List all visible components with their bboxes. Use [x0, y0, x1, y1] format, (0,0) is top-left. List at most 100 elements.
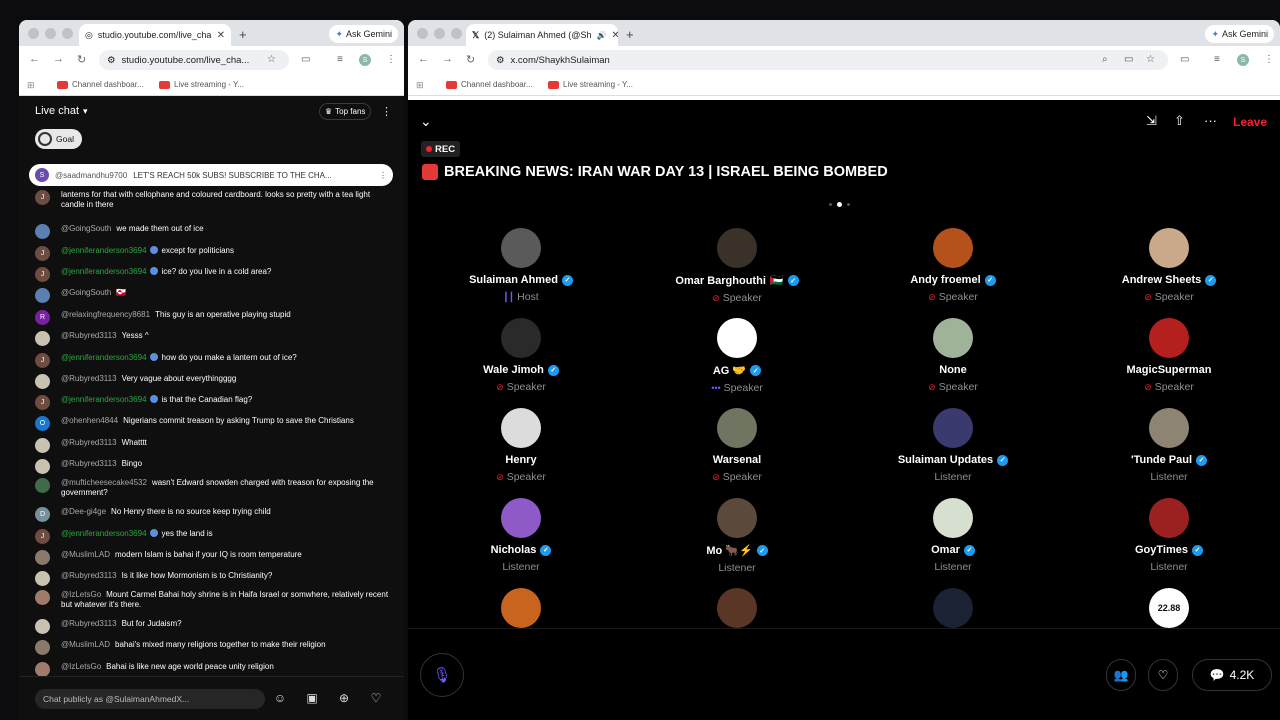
menu-icon[interactable]: ⋮ — [1264, 54, 1274, 65]
menu-icon[interactable]: ⋮ — [386, 54, 396, 65]
message-author[interactable]: @jenniferanderson3694 — [61, 353, 147, 362]
window-controls[interactable] — [28, 28, 73, 39]
avatar[interactable] — [501, 408, 541, 448]
participant[interactable]: AG 🤝 ✓ ••• Speaker — [637, 318, 837, 394]
avatar[interactable] — [933, 588, 973, 628]
share-icon[interactable]: ⇧ — [1174, 113, 1185, 129]
chat-message[interactable]: @Rubyred3113 Whatttt — [35, 438, 395, 453]
add-icon[interactable]: ⊕ — [335, 689, 353, 707]
profile-avatar[interactable]: S — [1237, 54, 1249, 66]
back-icon[interactable]: ← — [418, 53, 429, 65]
extensions-icon[interactable]: ▭ — [1180, 54, 1189, 65]
message-author[interactable]: @ohenhen4844 — [61, 416, 118, 425]
message-author[interactable]: @Rubyred3113 — [61, 374, 117, 383]
top-fans-button[interactable]: ♛ Top fans — [319, 103, 372, 120]
avatar[interactable] — [35, 590, 50, 605]
window-controls[interactable] — [417, 28, 462, 39]
tab-x-profile[interactable]: 𝕏 (2) Sulaiman Ahmed (@Sh 🔊 ✕ — [466, 24, 618, 46]
avatar[interactable]: J — [35, 353, 50, 368]
avatar[interactable]: D — [35, 507, 50, 522]
avatar[interactable]: J — [35, 395, 50, 410]
chat-message[interactable]: @GoingSouth 🇬🇱 — [35, 288, 395, 303]
avatar[interactable]: J — [35, 190, 50, 205]
message-author[interactable]: @jenniferanderson3694 — [61, 529, 147, 538]
message-author[interactable]: @jenniferanderson3694 — [61, 267, 147, 276]
avatar[interactable]: 22.88 — [1149, 588, 1189, 628]
forward-icon[interactable]: → — [442, 53, 453, 65]
chat-message[interactable]: @mufticheesecake4532 wasn't Edward snowde… — [35, 478, 395, 498]
reload-icon[interactable]: ↻ — [466, 53, 475, 66]
avatar[interactable] — [35, 571, 50, 586]
avatar[interactable]: O — [35, 416, 50, 431]
new-tab-button[interactable]: + — [626, 27, 634, 42]
avatar[interactable] — [35, 438, 50, 453]
reading-list-icon[interactable]: ≡ — [337, 54, 343, 65]
participant[interactable]: Andy froemel ✓ ⊘ Speaker — [853, 228, 1053, 303]
message-author[interactable]: @jenniferanderson3694 — [61, 246, 147, 255]
message-author[interactable]: @Rubyred3113 — [61, 619, 117, 628]
chat-message[interactable]: @IzLetsGo Mount Carmel Bahai holy shrine … — [35, 590, 395, 610]
avatar[interactable] — [933, 318, 973, 358]
participant[interactable]: GoyTimes ✓ Listener — [1069, 498, 1269, 573]
avatar[interactable] — [717, 228, 757, 268]
participant[interactable]: None ⊘ Speaker — [853, 318, 1053, 393]
chat-message[interactable]: J @jenniferanderson3694 ice? do you live i… — [35, 267, 395, 282]
avatar[interactable] — [717, 498, 757, 538]
message-author[interactable]: @Dee-gi4ge — [61, 507, 106, 516]
avatar[interactable] — [1149, 498, 1189, 538]
avatar[interactable] — [1149, 318, 1189, 358]
participant[interactable]: Henry ⊘ Speaker — [421, 408, 621, 483]
chat-message[interactable]: O @ohenhen4844 Nigerians commit treason by… — [35, 416, 395, 431]
site-info-icon[interactable]: ⚙ — [107, 55, 116, 66]
chat-input[interactable]: Chat publicly as @SulaimanAhmedX... — [35, 689, 265, 709]
message-author[interactable]: @Rubyred3113 — [61, 331, 117, 340]
more-icon[interactable]: ··· — [1204, 113, 1217, 128]
chat-message[interactable]: @Rubyred3113 But for Judaism? — [35, 619, 395, 634]
heart-icon[interactable]: ♡ — [367, 689, 385, 707]
message-author[interactable]: @Rubyred3113 — [61, 438, 117, 447]
avatar[interactable] — [35, 478, 50, 493]
avatar[interactable] — [501, 318, 541, 358]
profile-avatar[interactable]: S — [359, 54, 371, 66]
goal-button[interactable]: Goal — [35, 129, 82, 149]
close-tab-icon[interactable]: ✕ — [217, 30, 225, 41]
chat-message[interactable]: @GoingSouth we made them out of ice — [35, 224, 395, 239]
participant[interactable]: Omar Barghouthi 🇵🇸 ✓ ⊘ Speaker — [637, 228, 837, 304]
avatar[interactable] — [35, 550, 50, 565]
avatar[interactable] — [933, 408, 973, 448]
participant[interactable] — [853, 588, 1053, 628]
bookmark-channel-dashboard[interactable]: Channel dashboar... — [57, 80, 144, 89]
url-field[interactable]: ⚙ x.com/ShaykhSulaiman — [488, 50, 1168, 70]
avatar[interactable] — [501, 498, 541, 538]
bookmark-star-icon[interactable]: ☆ — [1146, 54, 1155, 65]
message-author[interactable]: @relaxingfrequency8681 — [61, 310, 150, 319]
reactions-button[interactable]: ♡ — [1148, 659, 1178, 691]
leave-button[interactable]: Leave — [1233, 115, 1267, 129]
reading-list-icon[interactable]: ≡ — [1214, 54, 1220, 65]
bookmark-star-icon[interactable]: ☆ — [267, 54, 276, 65]
zoom-icon[interactable]: ⌕ — [1102, 54, 1108, 65]
avatar[interactable]: J — [35, 246, 50, 261]
chat-message[interactable]: @Rubyred3113 Very vague about everythingg… — [35, 374, 395, 389]
avatar[interactable] — [501, 228, 541, 268]
close-tab-icon[interactable]: ✕ — [611, 30, 618, 41]
avatar[interactable] — [35, 224, 50, 239]
participant[interactable]: Mo 🐂⚡ ✓ Listener — [637, 498, 837, 574]
new-tab-button[interactable]: + — [239, 27, 247, 42]
participant[interactable]: 22.88 — [1069, 588, 1269, 628]
message-author[interactable]: @Rubyred3113 — [61, 459, 117, 468]
avatar[interactable] — [35, 619, 50, 634]
participant[interactable]: Wale Jimoh ✓ ⊘ Speaker — [421, 318, 621, 393]
chat-message[interactable]: @MuslimLAD bahai's mixed many religions t… — [35, 640, 395, 655]
chat-message[interactable]: @IzLetsGo Bahai is like new age world pea… — [35, 662, 395, 677]
reload-icon[interactable]: ↻ — [77, 53, 86, 66]
avatar[interactable] — [1149, 408, 1189, 448]
participant[interactable]: Warsenal ⊘ Speaker — [637, 408, 837, 483]
avatar[interactable]: R — [35, 310, 50, 325]
participant[interactable]: Omar ✓ Listener — [853, 498, 1053, 573]
live-chat-dropdown[interactable]: Live chat ▾ — [35, 105, 88, 117]
chat-message[interactable]: @Rubyred3113 Bingo — [35, 459, 395, 474]
pinned-message[interactable]: S @saadmandhu9700 LET'S REACH 50k SUBS! … — [29, 164, 393, 186]
avatar[interactable] — [933, 228, 973, 268]
comments-button[interactable]: 💬 4.2K — [1192, 659, 1272, 691]
